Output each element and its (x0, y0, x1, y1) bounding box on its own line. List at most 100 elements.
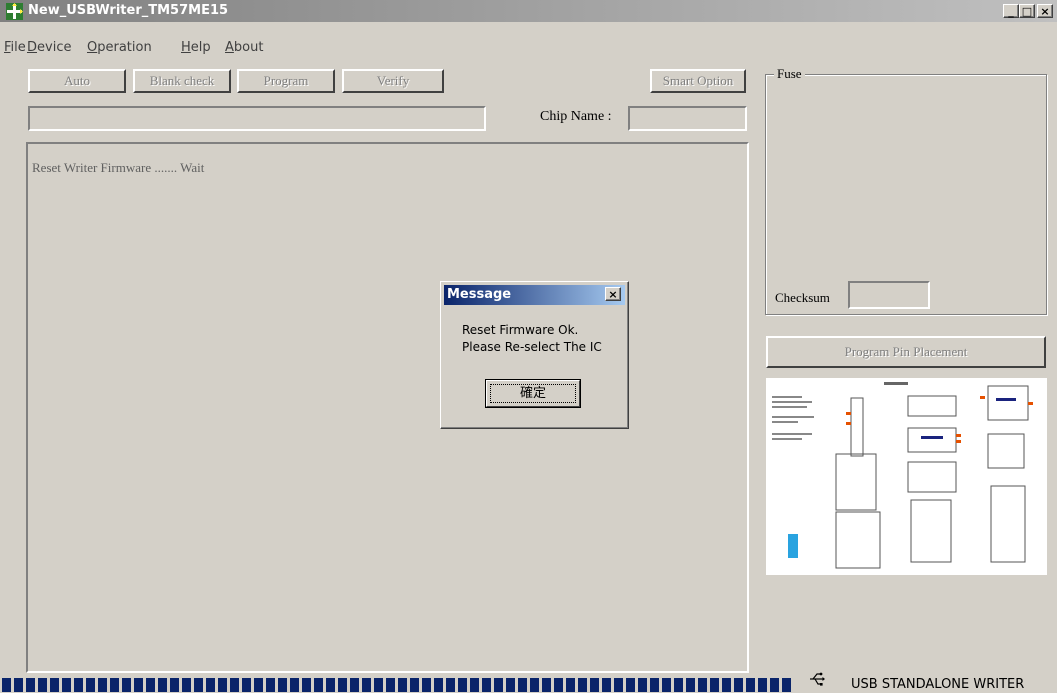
log-area[interactable]: Reset Writer Firmware ....... Wait (26, 142, 749, 673)
progress-block (230, 678, 239, 692)
progress-block (506, 678, 515, 692)
progress-block (14, 678, 23, 692)
auto-button[interactable]: Auto (28, 69, 126, 93)
dialog-ok-label: 確定 (490, 384, 576, 403)
dialog-close-button[interactable]: × (605, 287, 621, 301)
progress-block (686, 678, 695, 692)
dialog-message-line2: Please Re-select The IC (462, 340, 602, 354)
progress-block (758, 678, 767, 692)
log-text: Reset Writer Firmware ....... Wait (32, 160, 205, 175)
progress-block (422, 678, 431, 692)
progress-block (74, 678, 83, 692)
close-button[interactable]: × (1037, 4, 1053, 18)
close-icon: × (608, 288, 618, 301)
progress-block (626, 678, 635, 692)
progress-block (206, 678, 215, 692)
progress-block (662, 678, 671, 692)
progress-block (218, 678, 227, 692)
dialog-ok-button[interactable]: 確定 (485, 379, 581, 408)
fuse-group (765, 74, 1047, 315)
pin-placement-image (772, 382, 1033, 569)
progress-block (182, 678, 191, 692)
checksum-field (848, 281, 930, 309)
progress-block (242, 678, 251, 692)
progress-block (158, 678, 167, 692)
progress-bar (0, 676, 791, 693)
usb-icon (810, 672, 825, 686)
progress-block (674, 678, 683, 692)
progress-block (50, 678, 59, 692)
progress-block (122, 678, 131, 692)
progress-block (782, 678, 791, 692)
progress-block (482, 678, 491, 692)
chip-name-field[interactable] (628, 106, 747, 131)
progress-block (566, 678, 575, 692)
progress-block (290, 678, 299, 692)
menu-operation[interactable]: Operation (87, 40, 152, 56)
progress-block (494, 678, 503, 692)
progress-block (470, 678, 479, 692)
progress-block (446, 678, 455, 692)
progress-block (62, 678, 71, 692)
progress-block (98, 678, 107, 692)
verify-button[interactable]: Verify (342, 69, 444, 93)
progress-block (194, 678, 203, 692)
menu-help[interactable]: Help (181, 40, 211, 56)
program-button[interactable]: Program (237, 69, 335, 93)
dialog-title: Message (447, 287, 512, 302)
progress-block (530, 678, 539, 692)
progress-block (110, 678, 119, 692)
progress-block (578, 678, 587, 692)
progress-block (398, 678, 407, 692)
progress-block (146, 678, 155, 692)
message-dialog: Message × Reset Firmware Ok. Please Re-s… (440, 281, 629, 429)
app-icon (6, 3, 23, 20)
progress-block (614, 678, 623, 692)
progress-block (362, 678, 371, 692)
smart-option-button[interactable]: Smart Option (650, 69, 746, 93)
progress-block (38, 678, 47, 692)
progress-block (602, 678, 611, 692)
progress-block (302, 678, 311, 692)
progress-block (314, 678, 323, 692)
fuse-group-title: Fuse (774, 66, 805, 82)
maximize-icon: □ (1021, 5, 1033, 18)
progress-block (326, 678, 335, 692)
progress-block (554, 678, 563, 692)
progress-block (266, 678, 275, 692)
program-pin-placement-button[interactable]: Program Pin Placement (766, 336, 1046, 368)
progress-block (278, 678, 287, 692)
maximize-button[interactable]: □ (1019, 4, 1035, 18)
progress-block (26, 678, 35, 692)
menu-device[interactable]: Device (27, 40, 71, 56)
minimize-button[interactable]: _ (1003, 4, 1019, 18)
menu-about[interactable]: About (225, 40, 263, 56)
progress-block (698, 678, 707, 692)
blank-check-button[interactable]: Blank check (133, 69, 231, 93)
progress-block (374, 678, 383, 692)
status-mode-text: USB STANDALONE WRITER (851, 677, 1025, 692)
checksum-label: Checksum (775, 290, 830, 305)
progress-block (170, 678, 179, 692)
dialog-message-line1: Reset Firmware Ok. (462, 323, 579, 337)
chip-name-label: Chip Name : (540, 109, 612, 124)
progress-block (338, 678, 347, 692)
progress-block (434, 678, 443, 692)
progress-block (518, 678, 527, 692)
menu-file[interactable]: File (4, 40, 26, 56)
progress-block (746, 678, 755, 692)
progress-block (710, 678, 719, 692)
progress-block (770, 678, 779, 692)
progress-block (542, 678, 551, 692)
progress-block (350, 678, 359, 692)
progress-block (590, 678, 599, 692)
progress-block (410, 678, 419, 692)
progress-block (254, 678, 263, 692)
progress-block (134, 678, 143, 692)
progress-block (458, 678, 467, 692)
progress-block (638, 678, 647, 692)
pin-placement-diagram (766, 378, 1047, 575)
window-title: New_USBWriter_TM57ME15 (28, 3, 229, 18)
progress-block (650, 678, 659, 692)
progress-block (722, 678, 731, 692)
